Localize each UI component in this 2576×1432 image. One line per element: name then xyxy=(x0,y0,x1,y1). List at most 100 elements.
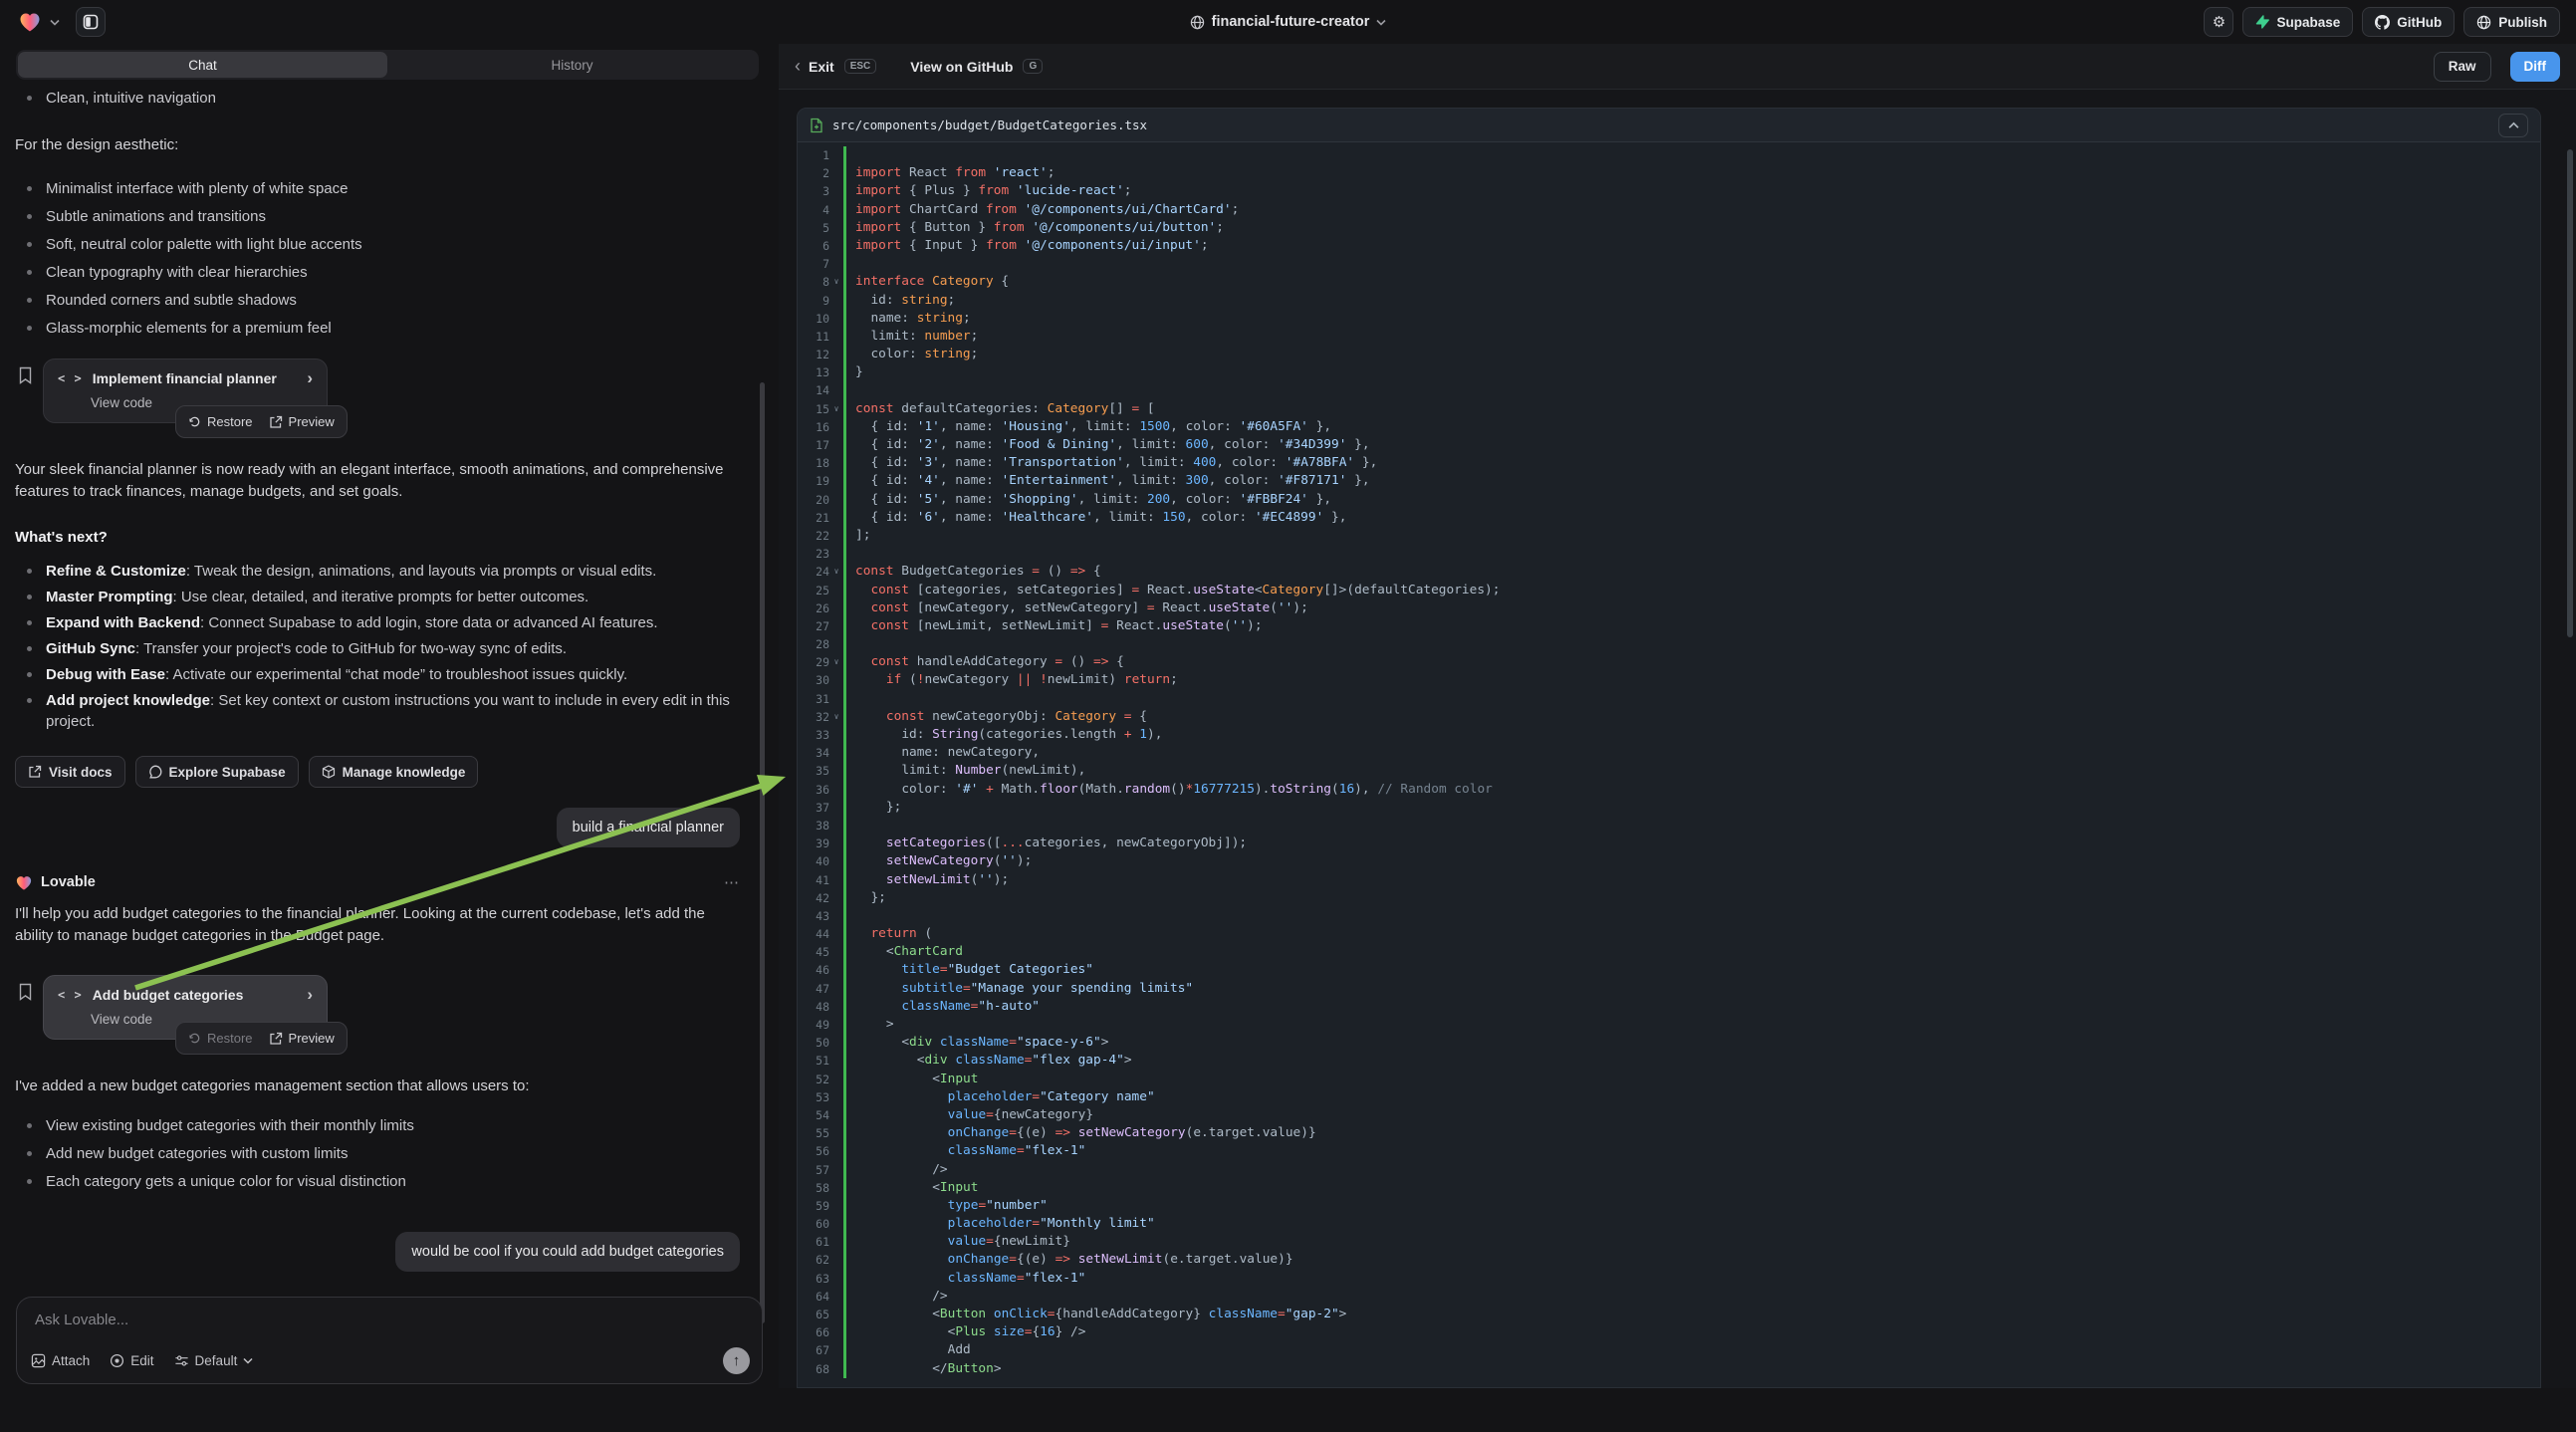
composer-placeholder[interactable]: Ask Lovable... xyxy=(35,1312,128,1328)
code-line: 41 setNewLimit(''); xyxy=(798,871,2540,889)
fold-gutter xyxy=(829,1215,843,1233)
action-manage-knowledge[interactable]: Manage knowledge xyxy=(309,756,479,788)
view-on-github-button[interactable]: View on GitHub xyxy=(910,59,1013,75)
fold-gutter xyxy=(829,1142,843,1160)
fold-gutter xyxy=(829,817,843,835)
code-text: const handleAddCategory = () => { xyxy=(843,653,2540,671)
fold-chevron-icon[interactable]: ∨ xyxy=(829,563,843,581)
settings-button[interactable]: ⚙ xyxy=(2204,7,2233,37)
line-number: 20 xyxy=(798,491,829,509)
chat-scroll-area[interactable]: Clean, intuitive navigationFor the desig… xyxy=(0,84,763,1336)
line-number: 55 xyxy=(798,1124,829,1142)
line-number: 66 xyxy=(798,1323,829,1341)
code-text: </Button> xyxy=(843,1360,2540,1378)
list-item: Soft, neutral color palette with light b… xyxy=(15,234,743,255)
supabase-button[interactable]: Supabase xyxy=(2242,7,2353,37)
chat-composer[interactable]: Ask Lovable... Attach Edit Default ↑ xyxy=(16,1297,763,1384)
fold-chevron-icon[interactable]: ∨ xyxy=(829,653,843,671)
collapse-file-button[interactable] xyxy=(2498,114,2528,137)
line-number: 43 xyxy=(798,907,829,925)
code-line: 11 limit: number; xyxy=(798,328,2540,346)
fold-gutter xyxy=(829,491,843,509)
code-line: 35 limit: Number(newLimit), xyxy=(798,762,2540,780)
version-card[interactable]: < >Add budget categories›View codeRestor… xyxy=(43,975,328,1040)
line-number: 49 xyxy=(798,1016,829,1034)
code-line: 48 className="h-auto" xyxy=(798,998,2540,1016)
code-line: 7 xyxy=(798,255,2540,273)
github-button[interactable]: GitHub xyxy=(2362,7,2455,37)
fold-gutter xyxy=(829,1360,843,1378)
restore-button[interactable]: Restore xyxy=(188,1031,253,1046)
more-options-button[interactable]: ⋯ xyxy=(724,873,740,891)
tab-history[interactable]: History xyxy=(387,52,757,78)
code-text: }; xyxy=(843,799,2540,817)
code-text xyxy=(843,545,2540,563)
preview-button[interactable]: Preview xyxy=(269,1031,335,1046)
chat-scrollbar[interactable] xyxy=(760,382,765,1323)
chevron-right-icon: › xyxy=(307,371,313,385)
code-text: setNewCategory(''); xyxy=(843,852,2540,870)
action-visit-docs[interactable]: Visit docs xyxy=(15,756,125,788)
list-item: Add new budget categories with custom li… xyxy=(15,1143,743,1164)
file-path: src/components/budget/BudgetCategories.t… xyxy=(832,118,1147,132)
version-card[interactable]: < >Implement financial planner›View code… xyxy=(43,358,328,423)
preview-button[interactable]: Preview xyxy=(269,414,335,429)
line-number: 3 xyxy=(798,182,829,200)
restore-label: Restore xyxy=(207,414,253,429)
action-label: Manage knowledge xyxy=(343,765,466,780)
quick-actions-row: Visit docs Explore Supabase Manage knowled… xyxy=(15,756,743,788)
fold-gutter xyxy=(829,219,843,237)
bookmark-icon[interactable] xyxy=(18,366,33,384)
line-number: 60 xyxy=(798,1215,829,1233)
fold-chevron-icon[interactable]: ∨ xyxy=(829,708,843,726)
code-line: 8∨interface Category { xyxy=(798,273,2540,291)
project-switcher[interactable]: financial-future-creator xyxy=(0,0,2576,44)
tab-chat[interactable]: Chat xyxy=(18,52,387,78)
chat-paragraph: Your sleek financial planner is now read… xyxy=(15,459,743,503)
raw-button[interactable]: Raw xyxy=(2434,52,2491,82)
line-number: 16 xyxy=(798,418,829,436)
fold-gutter xyxy=(829,1288,843,1306)
code-line: 25 const [categories, setCategories] = R… xyxy=(798,582,2540,599)
code-line: 66 <Plus size={16} /> xyxy=(798,1323,2540,1341)
exit-button[interactable]: Exit xyxy=(809,59,834,75)
line-number: 1 xyxy=(798,146,829,164)
fold-chevron-icon[interactable]: ∨ xyxy=(829,273,843,291)
action-explore-supabase[interactable]: Explore Supabase xyxy=(135,756,299,788)
code-line: 30 if (!newCategory || !newLimit) return… xyxy=(798,671,2540,689)
version-actions-pill: Restore Preview xyxy=(175,1022,348,1055)
code-line: 55 onChange={(e) => setNewCategory(e.tar… xyxy=(798,1124,2540,1142)
code-text: id: String(categories.length + 1), xyxy=(843,726,2540,744)
code-text: }; xyxy=(843,889,2540,907)
code-line: 3import { Plus } from 'lucide-react'; xyxy=(798,182,2540,200)
arrow-up-icon: ↑ xyxy=(733,1352,741,1369)
code-text: color: '#' + Math.floor(Math.random()*16… xyxy=(843,781,2540,799)
version-card-title-row: < >Add budget categories› xyxy=(58,987,313,1003)
fold-gutter xyxy=(829,925,843,943)
restore-button[interactable]: Restore xyxy=(188,414,253,429)
line-number: 14 xyxy=(798,381,829,399)
fold-gutter xyxy=(829,835,843,852)
mode-chevron-down-icon xyxy=(243,1357,253,1364)
line-number: 17 xyxy=(798,436,829,454)
line-number: 34 xyxy=(798,744,829,762)
fold-gutter xyxy=(829,1197,843,1215)
diff-button[interactable]: Diff xyxy=(2510,52,2561,82)
edit-button[interactable]: Edit xyxy=(110,1353,153,1368)
line-number: 64 xyxy=(798,1288,829,1306)
code-scrollbar[interactable] xyxy=(2567,149,2573,637)
code-text: import ChartCard from '@/components/ui/C… xyxy=(843,201,2540,219)
line-number: 12 xyxy=(798,346,829,363)
bookmark-icon[interactable] xyxy=(18,983,33,1001)
mode-selector[interactable]: Default xyxy=(174,1353,254,1368)
code-line: 2import React from 'react'; xyxy=(798,164,2540,182)
code-lines: 12import React from 'react';3import { Pl… xyxy=(798,142,2540,1378)
chat-paragraph: For the design aesthetic: xyxy=(15,134,743,156)
code-line: 45 <ChartCard xyxy=(798,943,2540,961)
line-number: 2 xyxy=(798,164,829,182)
publish-button[interactable]: Publish xyxy=(2463,7,2560,37)
send-button[interactable]: ↑ xyxy=(723,1347,750,1374)
attach-button[interactable]: Attach xyxy=(31,1353,90,1368)
fold-chevron-icon[interactable]: ∨ xyxy=(829,400,843,418)
fold-gutter xyxy=(829,690,843,708)
